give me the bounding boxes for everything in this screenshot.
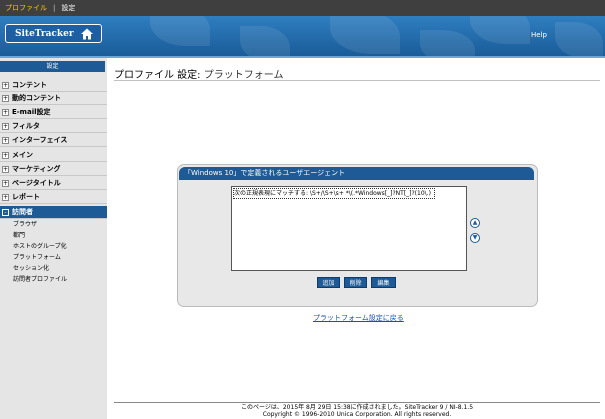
settings-link[interactable]: 設定 <box>61 4 75 12</box>
profile-link[interactable]: プロファイル <box>5 4 47 12</box>
sidebar-item-page-title[interactable]: + ページタイトル <box>0 177 107 190</box>
sidebar-subitem-host-grouping[interactable]: ホストのグループ化 <box>13 242 67 252</box>
sidebar-item-main[interactable]: + メイン <box>0 149 107 162</box>
expand-icon[interactable]: + <box>2 109 9 116</box>
expand-icon[interactable]: + <box>2 152 9 159</box>
title-divider <box>114 80 600 81</box>
move-up-icon[interactable]: ▲ <box>470 218 480 228</box>
expand-icon[interactable]: + <box>2 166 9 173</box>
sidebar-title: 設定 <box>0 61 105 72</box>
sidebar-item-visitor[interactable]: - 訪問者 <box>0 206 107 219</box>
sidebar-item-label: ページタイトル <box>12 179 61 187</box>
app-header: SiteTracker Help <box>0 16 605 56</box>
logo-text: SiteTracker <box>15 29 74 39</box>
help-link[interactable]: Help <box>531 31 547 39</box>
sidebar-item-label: メイン <box>12 151 33 159</box>
add-button[interactable]: 追加 <box>317 277 340 288</box>
sidebar-item-label: 訪問者 <box>12 208 33 216</box>
sidebar-item-label: フィルタ <box>12 122 40 130</box>
sidebar-item-marketing[interactable]: + マーケティング <box>0 163 107 176</box>
list-item[interactable]: 次の正規表現にマッチする: \S+/\S+\s+ *\(.*Windows[_]… <box>233 188 435 199</box>
collapse-icon[interactable]: - <box>2 209 9 216</box>
home-icon <box>81 28 93 40</box>
sidebar-subitem-platform[interactable]: プラットフォーム <box>13 253 61 263</box>
sidebar-item-label: マーケティング <box>12 165 61 173</box>
expand-icon[interactable]: + <box>2 95 9 102</box>
expand-icon[interactable]: + <box>2 137 9 144</box>
sidebar: 設定 + コンテント + 動的コンテント + E-mail設定 + フィルタ + インター… <box>0 58 107 419</box>
sidebar-item-content[interactable]: + コンテント <box>0 79 107 92</box>
sidebar-item-label: 動的コンテント <box>12 94 61 102</box>
expand-icon[interactable]: + <box>2 82 9 89</box>
footer-generated-text: このページは、2015年 8月 29日 15:38に作成されました。SiteTr… <box>240 404 474 411</box>
sidebar-item-label: E-mail設定 <box>12 108 51 116</box>
sidebar-item-email[interactable]: + E-mail設定 <box>0 106 107 119</box>
delete-button[interactable]: 削除 <box>344 277 367 288</box>
sidebar-item-interface[interactable]: + インターフェイス <box>0 134 107 147</box>
move-down-icon[interactable]: ▼ <box>470 233 480 243</box>
panel-title: 「Windows 10」で定義されるユーザエージェント <box>179 167 534 180</box>
expand-icon[interactable]: + <box>2 180 9 187</box>
sidebar-item-filter[interactable]: + フィルタ <box>0 120 107 133</box>
user-agent-listbox[interactable]: 次の正規表現にマッチする: \S+/\S+\s+ *\(.*Windows[_]… <box>231 186 467 271</box>
expand-icon[interactable]: + <box>2 194 9 201</box>
back-to-platform-settings-link[interactable]: プラットフォーム設定に戻る <box>313 313 404 323</box>
sitetracker-logo[interactable]: SiteTracker <box>5 24 102 43</box>
sidebar-item-label: レポート <box>12 193 40 201</box>
sidebar-item-label: コンテント <box>12 81 47 89</box>
sidebar-subitem-domain[interactable]: 都門 <box>13 231 25 241</box>
sidebar-item-label: インターフェイス <box>12 136 68 144</box>
top-nav-bar: プロファイル | 設定 <box>0 0 605 16</box>
sidebar-item-report[interactable]: + レポート <box>0 191 107 204</box>
sidebar-subitem-browser[interactable]: ブラウザ <box>13 220 37 230</box>
sidebar-subitem-visitor-profile[interactable]: 訪問者プロファイル <box>13 275 67 285</box>
sidebar-item-dynamic-content[interactable]: + 動的コンテント <box>0 92 107 105</box>
footer-divider <box>114 402 600 403</box>
page-title: プロファイル 設定: プラットフォーム <box>114 66 283 81</box>
expand-icon[interactable]: + <box>2 123 9 130</box>
nav-separator: | <box>53 4 56 12</box>
edit-button[interactable]: 編集 <box>371 277 396 288</box>
footer-copyright: Copyright © 1996-2010 Unica Corporation.… <box>262 411 452 418</box>
sidebar-subitem-sessionization[interactable]: セッション化 <box>13 264 49 274</box>
